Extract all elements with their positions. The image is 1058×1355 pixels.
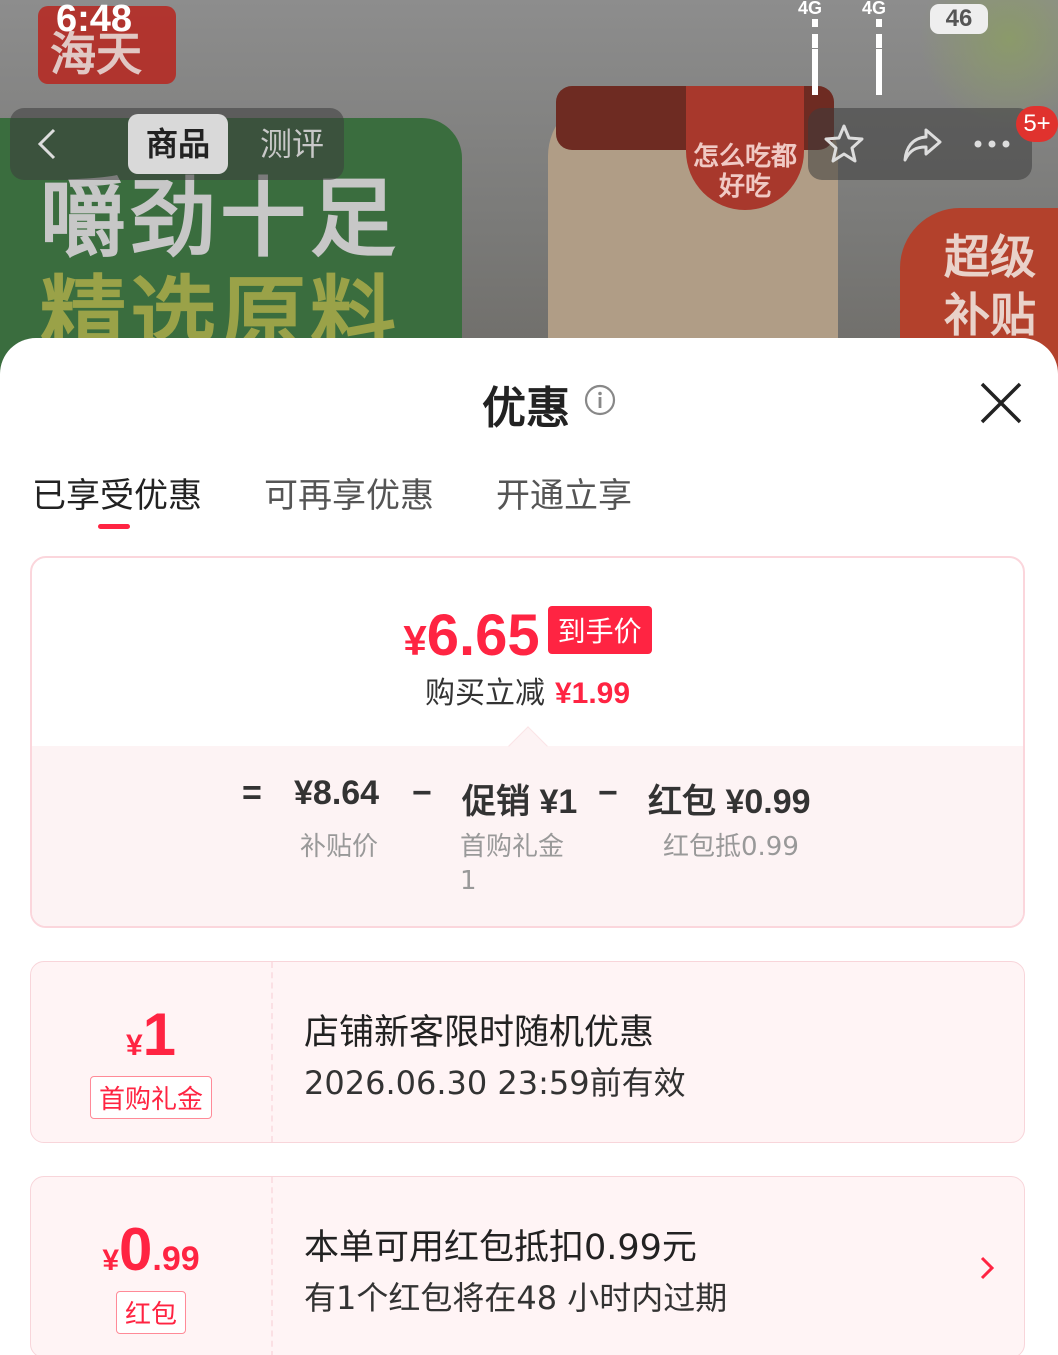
redpacket-label: 红包抵0.99 <box>663 832 799 862</box>
share-icon[interactable] <box>900 122 944 166</box>
product-actions <box>808 108 1032 180</box>
price-summary-card: ¥6.65 到手价 购买立减 ¥1.99 = ¥8.64 补贴价 − 促销 ¥1 首… <box>30 556 1025 928</box>
coupon-value: ¥0.99 <box>102 1216 200 1283</box>
jar-tag: 怎么吃都好吃 <box>686 86 804 210</box>
minus-sign-1: − <box>412 774 432 812</box>
cut-label: 购买立减 <box>424 676 545 711</box>
subsidy-price: ¥8.64 <box>294 774 380 812</box>
tab-activate[interactable]: 开通立享 <box>496 468 632 517</box>
tab-enjoyed[interactable]: 已享受优惠 <box>32 468 202 517</box>
more-badge: 5+ <box>1016 106 1058 142</box>
status-bar: 6:48 4G 4G 46 <box>0 0 1058 95</box>
tab-more-available[interactable]: 可再享优惠 <box>264 468 434 517</box>
coupon-type-label: 首购礼金 <box>89 1076 213 1119</box>
product-nav-tabs: 商品 测评 <box>82 108 344 180</box>
tab-indicator <box>98 524 130 529</box>
equals-sign: = <box>242 774 262 812</box>
redpacket-amount: 红包 ¥0.99 <box>648 783 811 821</box>
promo-label: 首购礼金 1 <box>460 832 565 896</box>
tab-product[interactable]: 商品 <box>128 114 229 174</box>
product-image-banner: 海天 嚼劲十足 精选原料 怎么吃都好吃 超级 补贴 <box>0 0 1058 380</box>
coupon-value: ¥1 <box>125 1001 177 1068</box>
coupon-expiry-note: 有1个红包将在48 小时内过期 <box>304 1279 728 1317</box>
minus-sign-2: − <box>598 774 618 812</box>
tab-review[interactable]: 测评 <box>242 114 342 174</box>
more-icon[interactable] <box>970 122 1014 166</box>
coupon-title: 店铺新客限时随机优惠 <box>304 1013 655 1053</box>
chevron-right-icon[interactable] <box>973 1251 1001 1285</box>
price-breakdown: = ¥8.64 补贴价 − 促销 ¥1 首购礼金 1 − 红包 ¥0.99 红包… <box>32 746 1023 926</box>
coupon-first-purchase[interactable]: ¥1 首购礼金 店铺新客限时随机优惠 2026.06.30 23:59前有效 <box>30 961 1025 1143</box>
promo-amount: 促销 ¥1 <box>462 783 578 821</box>
status-time: 6:48 <box>56 0 133 40</box>
battery-icon: 46 <box>930 4 988 34</box>
cut-amount: ¥1.99 <box>554 677 631 710</box>
coupon-type-label: 红包 <box>115 1291 187 1334</box>
back-button[interactable] <box>10 108 82 180</box>
final-price-tag: 到手价 <box>547 605 652 654</box>
info-icon[interactable] <box>584 384 616 416</box>
coupon-validity: 2026.06.30 23:59前有效 <box>304 1064 686 1102</box>
close-icon[interactable] <box>978 380 1024 426</box>
coupon-title: 本单可用红包抵扣0.99元 <box>304 1228 697 1268</box>
chevron-left-icon <box>37 128 56 160</box>
discount-sheet: 优惠 已享受优惠 可再享优惠 开通立享 ¥6.65 到手价 购买立减 ¥1.99 =… <box>0 338 1058 1355</box>
star-icon[interactable] <box>822 122 866 166</box>
subsidy-label: 补贴价 <box>300 832 379 862</box>
final-price: ¥6.65 <box>403 603 540 668</box>
sheet-title: 优惠 <box>482 383 570 434</box>
coupon-redpacket[interactable]: ¥0.99 红包 本单可用红包抵扣0.99元 有1个红包将在48 小时内过期 <box>30 1176 1025 1355</box>
